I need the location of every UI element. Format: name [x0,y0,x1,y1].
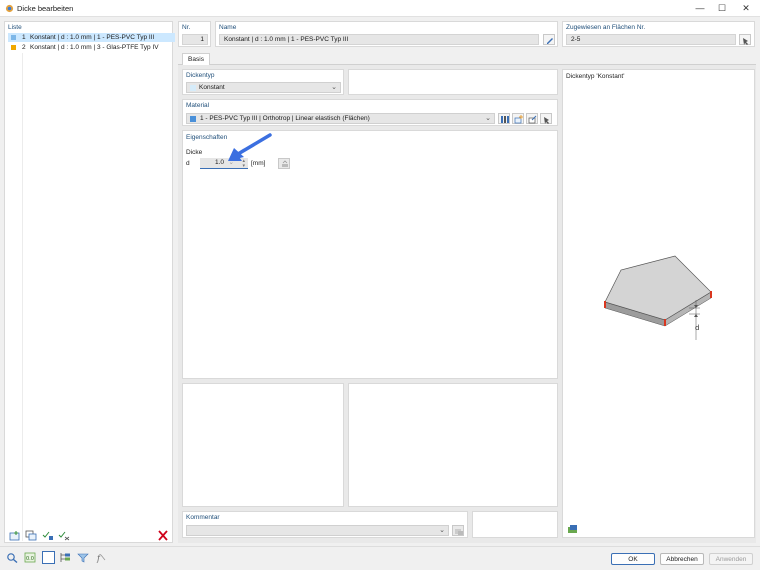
material-swatch [190,116,196,122]
material-panel: Material 1 - PES-PVC Typ III | Orthotrop… [182,99,558,126]
select-surfaces-icon[interactable] [739,34,751,45]
thickness-sub-label: Dicke [186,149,203,156]
edit-name-icon[interactable] [543,34,555,45]
tree-view-icon[interactable] [59,552,73,563]
thickness-type-value: Konstant [199,84,225,91]
window-title: Dicke bearbeiten [17,4,74,13]
formula-icon[interactable]: f [95,552,109,563]
thickness-options-icon[interactable] [278,158,290,169]
material-library-icon[interactable] [498,113,510,124]
thickness-value: 1.0 [214,159,224,166]
ok-button[interactable]: OK [611,553,655,565]
close-window-button[interactable]: ✕ [734,0,758,17]
minimize-button[interactable]: — [688,0,712,17]
list-item-number: 2 [22,44,26,51]
nr-field[interactable]: 1 [182,34,208,45]
color-swatch [11,35,16,40]
view-toggle-icon[interactable] [42,551,55,564]
apply-button[interactable]: Anwenden [709,553,753,565]
title-bar: Dicke bearbeiten — ☐ ✕ [0,0,760,17]
chevron-down-icon: ⌄ [439,527,445,534]
tab-basis[interactable]: Basis [182,53,210,65]
empty-panel-left [182,383,344,507]
check-items-icon[interactable] [42,530,56,541]
preview-settings-icon[interactable] [567,524,579,535]
assigned-surfaces-field[interactable]: 2-5 [566,34,736,45]
uncheck-items-icon[interactable] [58,530,72,541]
list-item-text: Konstant | d : 1.0 mm | 3 - Glas-PTFE Ty… [30,44,159,51]
support-marker [710,291,712,298]
app-icon [5,4,14,13]
list-item[interactable]: 1 Konstant | d : 1.0 mm | 1 - PES-PVC Ty… [8,33,175,42]
list-item-text: Konstant | d : 1.0 mm | 1 - PES-PVC Typ … [30,34,155,41]
type-swatch [190,85,196,91]
svg-text:0.0: 0.0 [26,556,34,562]
chevron-down-icon: ⌄ [331,84,337,91]
nr-label: Nr. [182,24,191,31]
material-value: 1 - PES-PVC Typ III | Orthotrop | Linear… [200,115,370,122]
color-swatch [11,45,16,50]
comment-panel: Kommentar ⌄ [182,511,468,538]
comment-field[interactable]: ⌄ [186,525,449,536]
copy-item-icon[interactable] [25,530,39,541]
new-material-icon[interactable] [512,113,524,124]
properties-label: Eigenschaften [186,134,228,141]
list-divider [22,53,23,541]
units-icon[interactable]: 0.0 [24,552,38,563]
assigned-panel: Zugewiesen an Flächen Nr. 2-5 [562,21,755,47]
filter-icon[interactable] [77,552,91,563]
dimension-label: d [695,324,699,332]
thickness-preview-diagram: d [604,255,712,340]
nr-panel: Nr. 1 [178,21,211,47]
thickness-type-panel: Dickentyp Konstant ⌄ [182,69,344,95]
comment-label: Kommentar [186,514,220,521]
list-panel: Liste 1 Konstant | d : 1.0 mm | 1 - PES-… [4,21,175,543]
thickness-type-label: Dickentyp [186,72,215,79]
empty-panel-right [348,383,558,507]
empty-panel-bottom [472,511,558,538]
material-select[interactable]: 1 - PES-PVC Typ III | Orthotrop | Linear… [186,113,495,124]
list-item[interactable]: 2 Konstant | d : 1.0 mm | 3 - Glas-PTFE … [8,43,175,52]
thickness-type-select[interactable]: Konstant ⌄ [186,82,341,93]
list-item-number: 1 [22,34,26,41]
pick-material-icon[interactable] [540,113,552,124]
name-label: Name [219,24,237,31]
support-marker [604,301,606,308]
comment-options-icon[interactable] [452,525,464,536]
pointer-arrow-icon [228,133,272,161]
edit-material-icon[interactable] [526,113,538,124]
delete-icon[interactable] [157,530,171,541]
preview-title: Dickentyp 'Konstant' [566,73,625,80]
list-header: Liste [8,24,22,31]
support-marker [664,319,666,326]
maximize-button[interactable]: ☐ [710,0,734,17]
material-label: Material [186,102,210,109]
search-icon[interactable] [6,552,20,564]
name-panel: Name Konstant | d : 1.0 mm | 1 - PES-PVC… [215,21,558,47]
cancel-button[interactable]: Abbrechen [660,553,704,565]
properties-panel: Eigenschaften Dicke d 1.0 ⌄ ▴ ▾ [mm] [182,130,558,379]
new-item-icon[interactable] [9,530,23,541]
name-field[interactable]: Konstant | d : 1.0 mm | 1 - PES-PVC Typ … [219,34,539,45]
assigned-label: Zugewiesen an Flächen Nr. [566,24,646,31]
preview-panel: Dickentyp 'Konstant' d [562,69,755,538]
empty-panel-top [348,69,558,95]
thickness-symbol: d [186,160,190,167]
chevron-down-icon: ⌄ [485,115,491,122]
